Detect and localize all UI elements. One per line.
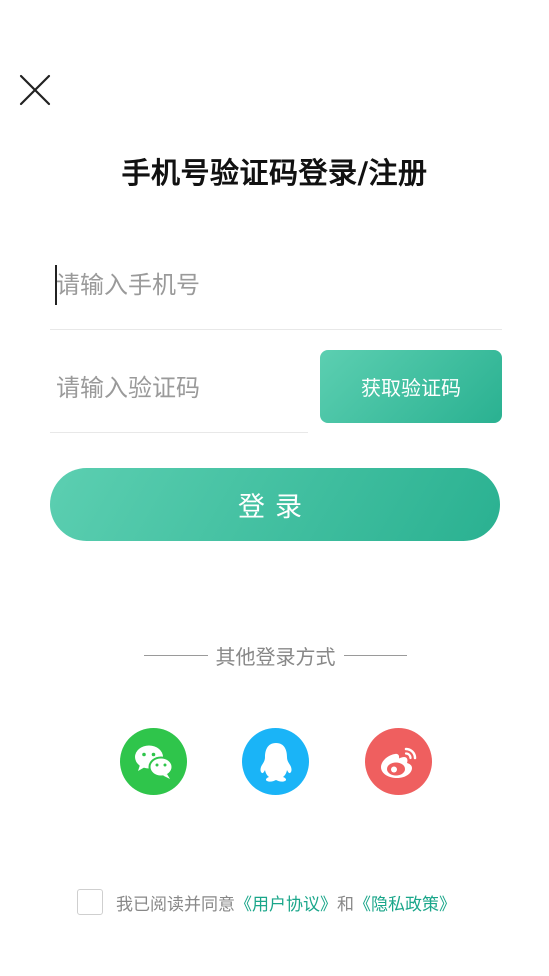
login-page: 手机号验证码登录/注册 获取验证码 登录 其他登录方式 — [0, 0, 549, 976]
qq-login-button[interactable] — [242, 728, 309, 795]
other-login-label: 其他登录方式 — [215, 644, 336, 669]
agreement-and: 和 — [337, 894, 354, 915]
phone-field-row — [50, 255, 502, 330]
get-code-button[interactable]: 获取验证码 — [320, 350, 502, 423]
wechat-login-button[interactable] — [120, 728, 187, 795]
weibo-login-button[interactable] — [365, 728, 432, 795]
agreement-checkbox[interactable] — [77, 889, 103, 915]
code-field-row — [50, 358, 308, 433]
close-icon — [19, 74, 51, 106]
agreement-row: 我已阅读并同意 《用户协议》 和 《隐私政策》 — [77, 888, 456, 916]
divider-line-right — [343, 654, 407, 656]
privacy-policy-link[interactable]: 《隐私政策》 — [354, 890, 456, 915]
page-title: 手机号验证码登录/注册 — [121, 156, 428, 190]
qq-icon — [260, 742, 291, 782]
text-caret — [55, 265, 57, 305]
other-login-divider: 其他登录方式 — [144, 641, 407, 669]
agreement-prefix: 我已阅读并同意 — [116, 894, 235, 915]
wechat-icon — [134, 745, 173, 779]
close-button[interactable] — [16, 70, 54, 108]
login-button[interactable]: 登录 — [50, 468, 500, 541]
weibo-icon — [380, 747, 416, 778]
divider-line-left — [144, 654, 208, 656]
user-agreement-link[interactable]: 《用户协议》 — [235, 890, 337, 915]
phone-input[interactable] — [50, 255, 502, 315]
verification-code-input[interactable] — [50, 358, 308, 418]
